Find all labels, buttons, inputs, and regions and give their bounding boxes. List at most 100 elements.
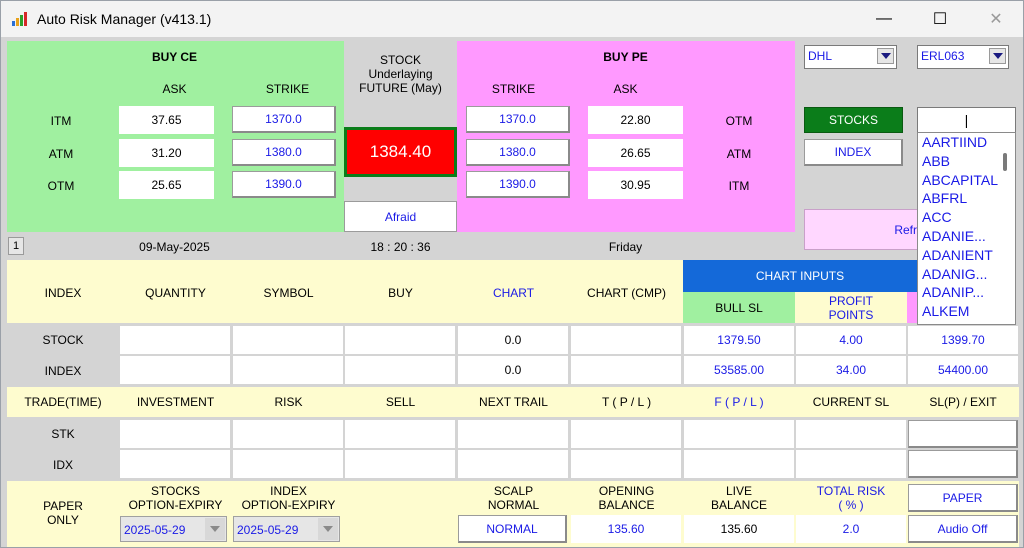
header-index: INDEX <box>44 286 82 300</box>
paper-only-line2: ONLY <box>47 513 79 527</box>
symbol-list-item[interactable]: ADANIP... <box>918 283 1015 302</box>
symbol-list-item[interactable]: ADANIENT <box>918 246 1015 265</box>
normal-button[interactable]: NORMAL <box>458 515 567 543</box>
buy-ce-row-label: ITM <box>50 114 72 128</box>
index-bull-sl-cell[interactable]: 53585.00 <box>684 356 794 384</box>
title-bar: Auto Risk Manager (v413.1) — ☐ ✕ <box>1 1 1023 37</box>
idx-exit-button[interactable] <box>908 450 1018 478</box>
stk-sell-cell <box>345 420 455 448</box>
header-current-sl: CURRENT SL <box>812 395 890 409</box>
idx-risk-cell <box>233 450 343 478</box>
buy-pe-strike-itm-button[interactable]: 1390.0 <box>466 171 570 198</box>
chevron-down-icon[interactable] <box>877 48 894 64</box>
close-icon: ✕ <box>989 11 1003 28</box>
header-extra-pink <box>907 292 917 323</box>
maximize-button[interactable]: ☐ <box>917 1 963 37</box>
index-chart-cmp-cell[interactable] <box>571 356 681 384</box>
buy-ce-strike-atm-button[interactable]: 1380.0 <box>232 139 336 166</box>
underlaying-label: Underlaying <box>368 67 433 81</box>
symbol-list-item[interactable]: ABCAPITAL <box>918 171 1015 190</box>
symbol-list-item[interactable]: ABB <box>918 152 1015 171</box>
buy-ce-row-label: ATM <box>48 147 74 161</box>
total-risk-value[interactable]: 2.0 <box>796 515 906 543</box>
header-bull-sl: BULL SL <box>683 292 795 323</box>
row-label-idx: IDX <box>52 458 73 472</box>
buy-pe-row-label: ATM <box>726 147 752 161</box>
index-quantity-cell[interactable] <box>120 356 230 384</box>
index-expiry-line2: OPTION-EXPIRY <box>241 498 336 512</box>
buy-pe-ask-itm: 30.95 <box>588 171 683 199</box>
header-profit-line1: PROFIT <box>829 293 873 308</box>
stock-combo-value: DHL <box>808 49 833 63</box>
buy-pe-row-label: ITM <box>728 179 750 193</box>
buy-pe-strike-otm-button[interactable]: 1370.0 <box>466 106 570 133</box>
time-label: 18 : 20 : 36 <box>370 240 431 254</box>
stk-exit-button[interactable] <box>908 420 1018 448</box>
live-line2: BALANCE <box>710 498 768 512</box>
header-tpl: T ( P / L ) <box>601 395 652 409</box>
stock-chart-cmp-cell[interactable] <box>571 326 681 354</box>
audio-off-button[interactable]: Audio Off <box>908 515 1018 543</box>
header-fpl: F ( P / L ) <box>714 395 764 409</box>
index-buy-cell[interactable] <box>345 356 455 384</box>
chart-inputs-header: CHART INPUTS <box>683 260 917 292</box>
stk-fpl-cell <box>684 420 794 448</box>
buy-pe-ask-header: ASK <box>613 82 638 96</box>
page-number-button[interactable]: 1 <box>8 237 24 255</box>
chevron-down-icon[interactable] <box>989 48 1006 64</box>
index-expiry-select[interactable]: 2025-05-29 <box>233 516 340 542</box>
chevron-down-icon[interactable] <box>205 518 225 540</box>
paper-only-label: PAPER ONLY <box>7 497 119 529</box>
buy-pe-strike-atm-button[interactable]: 1380.0 <box>466 139 570 166</box>
index-button[interactable]: INDEX <box>804 139 903 166</box>
index-chart-cell[interactable]: 0.0 <box>458 356 568 384</box>
stk-next-trail-cell <box>458 420 568 448</box>
list-scrollbar[interactable] <box>1003 153 1007 171</box>
buy-pe-title: BUY PE <box>603 50 648 64</box>
index-profit-cell[interactable]: 34.00 <box>796 356 906 384</box>
symbol-list-item[interactable]: ABFRL <box>918 189 1015 208</box>
symbol-list-item[interactable]: ADANIE... <box>918 227 1015 246</box>
buy-ce-strike-itm-button[interactable]: 1370.0 <box>232 106 336 133</box>
row-label-stk: STK <box>51 427 75 441</box>
stock-extra-cell[interactable]: 1399.70 <box>908 326 1018 354</box>
paper-button[interactable]: PAPER <box>908 484 1018 512</box>
header-chart-cmp: CHART (CMP) <box>587 286 666 300</box>
stock-chart-cell[interactable]: 0.0 <box>458 326 568 354</box>
header-profit-line2: POINTS <box>828 307 874 322</box>
afraid-button[interactable]: Afraid <box>344 201 457 232</box>
opening-line1: OPENING <box>598 484 655 498</box>
stock-quantity-cell[interactable] <box>120 326 230 354</box>
symbol-list-item[interactable]: ALKEM <box>918 302 1015 321</box>
minimize-icon: — <box>876 10 892 27</box>
buy-ce-strike-otm-button[interactable]: 1390.0 <box>232 171 336 198</box>
index-expiry-label: INDEX OPTION-EXPIRY <box>232 483 345 513</box>
index-extra-cell[interactable]: 54400.00 <box>908 356 1018 384</box>
header-buy: BUY <box>388 286 413 300</box>
stock-symbol-cell[interactable] <box>233 326 343 354</box>
symbol-list-item[interactable]: ADANIG... <box>918 265 1015 284</box>
maximize-icon: ☐ <box>932 11 948 28</box>
symbol-list-item[interactable]: ACC <box>918 208 1015 227</box>
scalp-line2: NORMAL <box>487 498 540 512</box>
stock-bull-sl-cell[interactable]: 1379.50 <box>684 326 794 354</box>
minimize-button[interactable]: — <box>861 1 907 37</box>
paper-only-line1: PAPER <box>43 499 83 513</box>
symbol-search-input[interactable]: | <box>917 107 1016 133</box>
stocks-button[interactable]: STOCKS <box>804 107 903 133</box>
index-symbol-cell[interactable] <box>233 356 343 384</box>
close-button[interactable]: ✕ <box>973 1 1019 37</box>
stock-profit-cell[interactable]: 4.00 <box>796 326 906 354</box>
stocks-expiry-select[interactable]: 2025-05-29 <box>120 516 227 542</box>
chevron-down-icon[interactable] <box>318 518 338 540</box>
stock-buy-cell[interactable] <box>345 326 455 354</box>
symbol-list[interactable]: AARTIIND ABB ABCAPITAL ABFRL ACC ADANIE... ADA… <box>917 132 1016 325</box>
stk-tpl-cell <box>571 420 681 448</box>
header-sell: SELL <box>385 395 416 409</box>
live-balance-value: 135.60 <box>684 515 794 543</box>
buy-ce-row-label: OTM <box>47 179 75 193</box>
buy-pe-panel <box>457 41 795 232</box>
stock-combo[interactable]: DHL <box>804 45 897 69</box>
account-combo[interactable]: ERL063 <box>917 45 1009 69</box>
symbol-list-item[interactable]: AARTIIND <box>918 133 1015 152</box>
